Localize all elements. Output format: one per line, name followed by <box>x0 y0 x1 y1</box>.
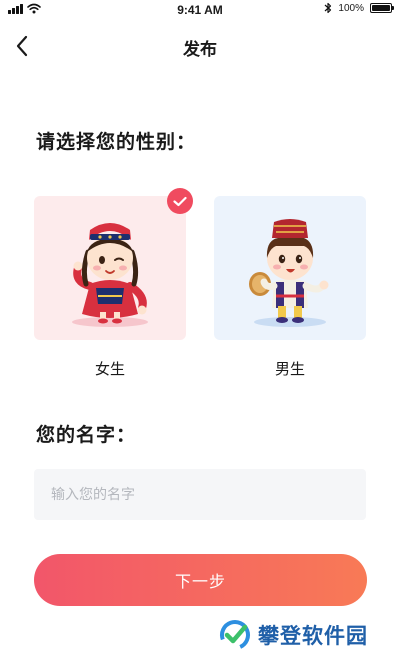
name-input[interactable] <box>34 469 366 520</box>
page-title: 发布 <box>183 40 217 60</box>
male-label[interactable]: 男生 <box>214 358 366 379</box>
screen: 9:41 AM 100% 发布 请选择您的性别： 女生 男生 您的名字： 输入您… <box>0 0 400 666</box>
check-icon <box>173 196 187 206</box>
selected-check-badge <box>167 188 193 214</box>
battery-icon <box>370 3 394 13</box>
next-button[interactable]: 下一步 <box>34 554 367 606</box>
gender-section-title: 请选择您的性别： <box>36 131 197 153</box>
bluetooth-icon <box>325 2 332 14</box>
female-label[interactable]: 女生 <box>34 358 186 379</box>
watermark-logo-icon <box>220 620 250 650</box>
watermark: 攀登软件园 <box>218 618 368 652</box>
female-option-card[interactable] <box>34 188 193 340</box>
battery-percent: 100% <box>338 2 364 14</box>
female-character-icon <box>72 223 148 327</box>
name-section-title: 您的名字： <box>36 424 137 446</box>
status-bar: 9:41 AM 100% <box>0 0 400 22</box>
male-option-card[interactable] <box>214 196 366 340</box>
nav-bar: 发布 <box>0 26 400 66</box>
watermark-text: 攀登软件园 <box>258 624 368 648</box>
status-right: 100% <box>324 2 394 14</box>
male-character-icon <box>249 219 329 327</box>
